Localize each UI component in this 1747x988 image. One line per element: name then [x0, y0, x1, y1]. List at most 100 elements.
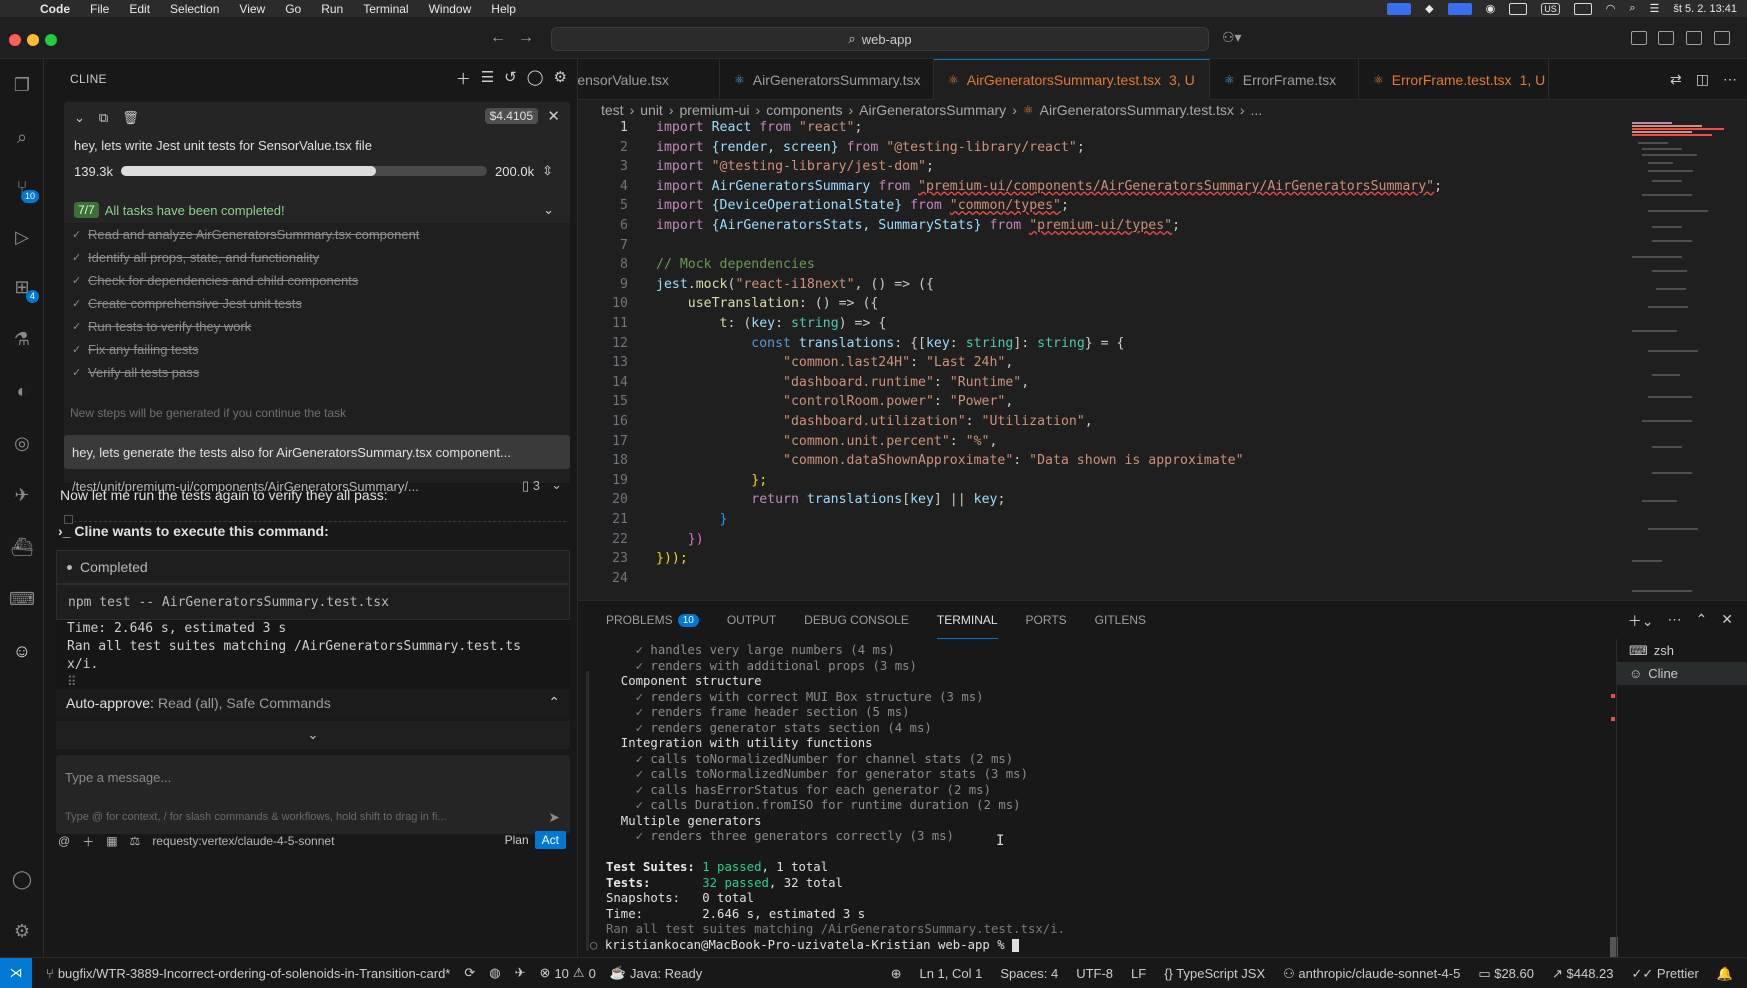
- mcp-servers-icon[interactable]: ☰: [481, 68, 494, 89]
- tab-gitlens[interactable]: GITLENS: [1095, 601, 1146, 639]
- close-window-button[interactable]: [9, 34, 21, 46]
- terminal-icon[interactable]: ⌨: [9, 587, 35, 611]
- new-task-icon[interactable]: ＋: [456, 68, 471, 89]
- total-cost-indicator[interactable]: ↗ $448.23: [1552, 966, 1614, 982]
- tab-terminal[interactable]: TERMINAL: [936, 601, 998, 639]
- tab-ports[interactable]: PORTS: [1026, 601, 1067, 639]
- deploy-icon[interactable]: ✈: [10, 483, 34, 507]
- tab-output[interactable]: OUTPUT: [727, 601, 776, 639]
- remote-indicator-icon[interactable]: ⋊: [0, 957, 32, 988]
- plan-mode-button[interactable]: Plan: [499, 831, 535, 849]
- breadcrumb-item[interactable]: test: [601, 102, 624, 118]
- notifications-icon[interactable]: 🔔: [1717, 966, 1733, 982]
- terminal-scrollbar[interactable]: [586, 671, 589, 951]
- menu-selection[interactable]: Selection: [170, 2, 219, 16]
- customize-layout-icon[interactable]: [1631, 31, 1647, 45]
- compare-changes-icon[interactable]: ⇄: [1670, 71, 1682, 88]
- menu-edit[interactable]: Edit: [129, 2, 150, 16]
- explorer-icon[interactable]: ❐: [10, 73, 34, 97]
- deploy-status-icon[interactable]: ✈: [515, 965, 526, 981]
- minimap[interactable]: [1628, 120, 1747, 600]
- breadcrumb-item[interactable]: AirGeneratorsSummary: [859, 102, 1006, 118]
- spotlight-icon[interactable]: ⌕: [1629, 2, 1635, 15]
- breadcrumb-item[interactable]: premium-ui: [680, 102, 750, 118]
- cursor-position[interactable]: Ln 1, Col 1: [919, 966, 982, 981]
- close-panel-icon[interactable]: ✕: [1721, 611, 1733, 631]
- terminal-item-zsh[interactable]: ⌨ zsh: [1617, 639, 1747, 662]
- more-actions-icon[interactable]: ⋯: [1723, 71, 1737, 88]
- language-mode[interactable]: {} TypeScript JSX: [1164, 966, 1265, 981]
- source-control-icon[interactable]: ⑂ 10: [10, 175, 39, 203]
- add-context-icon[interactable]: ＋: [82, 833, 94, 850]
- gitlens-icon[interactable]: ◐: [10, 379, 34, 403]
- toggle-panel-icon[interactable]: [1686, 31, 1702, 45]
- toggle-secondary-sidebar-icon[interactable]: [1714, 31, 1730, 45]
- breadcrumb-item[interactable]: unit: [640, 102, 663, 118]
- user-message[interactable]: hey, lets generate the tests also for Ai…: [64, 435, 570, 469]
- breadcrumb-item[interactable]: ...: [1251, 102, 1263, 118]
- sync-icon[interactable]: ⟳: [464, 965, 475, 981]
- menu-clock[interactable]: št 5. 2. 13:41: [1673, 3, 1737, 15]
- new-terminal-icon[interactable]: ＋⌄: [1628, 611, 1654, 631]
- account-icon[interactable]: ◯: [527, 68, 544, 89]
- settings-gear-icon[interactable]: ⚙: [554, 68, 567, 89]
- tasks-chevron-icon[interactable]: ⌄: [543, 202, 554, 218]
- toggle-sidebar-icon[interactable]: [1658, 31, 1674, 45]
- send-icon[interactable]: ➤: [548, 809, 560, 826]
- terminal[interactable]: ✓ handles very large numbers (4 ms) ✓ re…: [578, 639, 1608, 958]
- menu-go[interactable]: Go: [285, 2, 301, 16]
- remote-explorer-icon[interactable]: ◎: [10, 431, 34, 455]
- cline-icon[interactable]: ☺: [10, 639, 34, 663]
- maximize-panel-icon[interactable]: ⌃: [1696, 611, 1708, 631]
- code-editor[interactable]: 1 import React from "react"; 2 import {ren…: [578, 120, 1628, 600]
- command-center-search[interactable]: ⌕ web-app: [551, 27, 1209, 51]
- branch-indicator[interactable]: ⑂ bugfix/WTR-3889-Incorrect-ordering-of-s…: [46, 966, 450, 981]
- input-source-indicator[interactable]: US: [1541, 2, 1560, 15]
- rules-icon[interactable]: ⚖: [130, 834, 141, 848]
- screen-share-icon[interactable]: [1387, 2, 1412, 15]
- apple-icon[interactable]: [14, 2, 28, 16]
- forward-arrow-icon[interactable]: →: [518, 29, 534, 47]
- tab-errorframe-test[interactable]: ⚛ ErrorFrame.test.tsx 1, U: [1359, 59, 1549, 100]
- back-arrow-icon[interactable]: ←: [490, 29, 506, 47]
- model-indicator[interactable]: ⚇ anthropic/claude-sonnet-4-5: [1283, 966, 1460, 982]
- split-editor-icon[interactable]: ◫: [1696, 71, 1709, 88]
- tray-app-icon[interactable]: ◆: [1425, 2, 1433, 15]
- menu-window[interactable]: Window: [429, 2, 472, 16]
- search-icon[interactable]: ⌕: [10, 125, 34, 149]
- task-progress-header[interactable]: 7/7 All tasks have been completed! ⌄: [74, 199, 560, 221]
- delete-icon[interactable]: 🗑: [122, 110, 139, 126]
- tab-problems[interactable]: PROBLEMS 10: [606, 601, 699, 639]
- extensions-icon[interactable]: ⊞ 4: [10, 275, 39, 303]
- problems-indicator[interactable]: ⊗ 10 ⚠ 0: [540, 965, 596, 981]
- menu-app[interactable]: Code: [40, 2, 70, 16]
- auto-approve-row[interactable]: Auto-approve: Read (all), Safe Commands …: [56, 689, 570, 717]
- menu-terminal[interactable]: Terminal: [363, 2, 408, 16]
- breadcrumb-item[interactable]: AirGeneratorsSummary.test.tsx: [1040, 102, 1234, 118]
- auto-approve-chevron-icon[interactable]: ⌃: [548, 694, 560, 711]
- record-icon[interactable]: ◉: [1486, 2, 1496, 15]
- chat-input[interactable]: Type a message... Type @ for context, / …: [56, 755, 570, 834]
- control-center-icon[interactable]: ☰: [1650, 2, 1660, 15]
- menu-file[interactable]: File: [90, 2, 109, 16]
- menu-help[interactable]: Help: [491, 2, 516, 16]
- more-actions-icon[interactable]: ⋯: [1668, 611, 1682, 631]
- run-debug-icon[interactable]: ▷: [10, 225, 34, 249]
- line-endings[interactable]: LF: [1131, 966, 1146, 981]
- wifi-icon[interactable]: ◠: [1606, 2, 1616, 15]
- prettier-status[interactable]: ✓✓ Prettier: [1632, 966, 1699, 982]
- copilot-icon[interactable]: ⚇▾: [1222, 29, 1242, 46]
- battery-icon[interactable]: [1573, 2, 1592, 15]
- cost-indicator[interactable]: ▭ $28.60: [1478, 966, 1534, 982]
- zoom-window-button[interactable]: [45, 34, 57, 46]
- terminal-item-cline[interactable]: ☺ Cline: [1617, 662, 1747, 685]
- condense-icon[interactable]: ⇳: [542, 163, 553, 179]
- docker-icon[interactable]: ⛴: [10, 535, 34, 559]
- gitlens-status-icon[interactable]: ◍: [489, 965, 500, 981]
- display-mirror-icon[interactable]: [1447, 2, 1472, 15]
- image-icon[interactable]: ▦: [106, 834, 117, 848]
- java-status[interactable]: ☕ Java: Ready: [610, 965, 702, 981]
- tab-errorframe[interactable]: ⚛ ErrorFrame.tsx: [1210, 59, 1359, 100]
- menu-view[interactable]: View: [239, 2, 265, 16]
- copy-icon[interactable]: ⧉: [99, 110, 108, 126]
